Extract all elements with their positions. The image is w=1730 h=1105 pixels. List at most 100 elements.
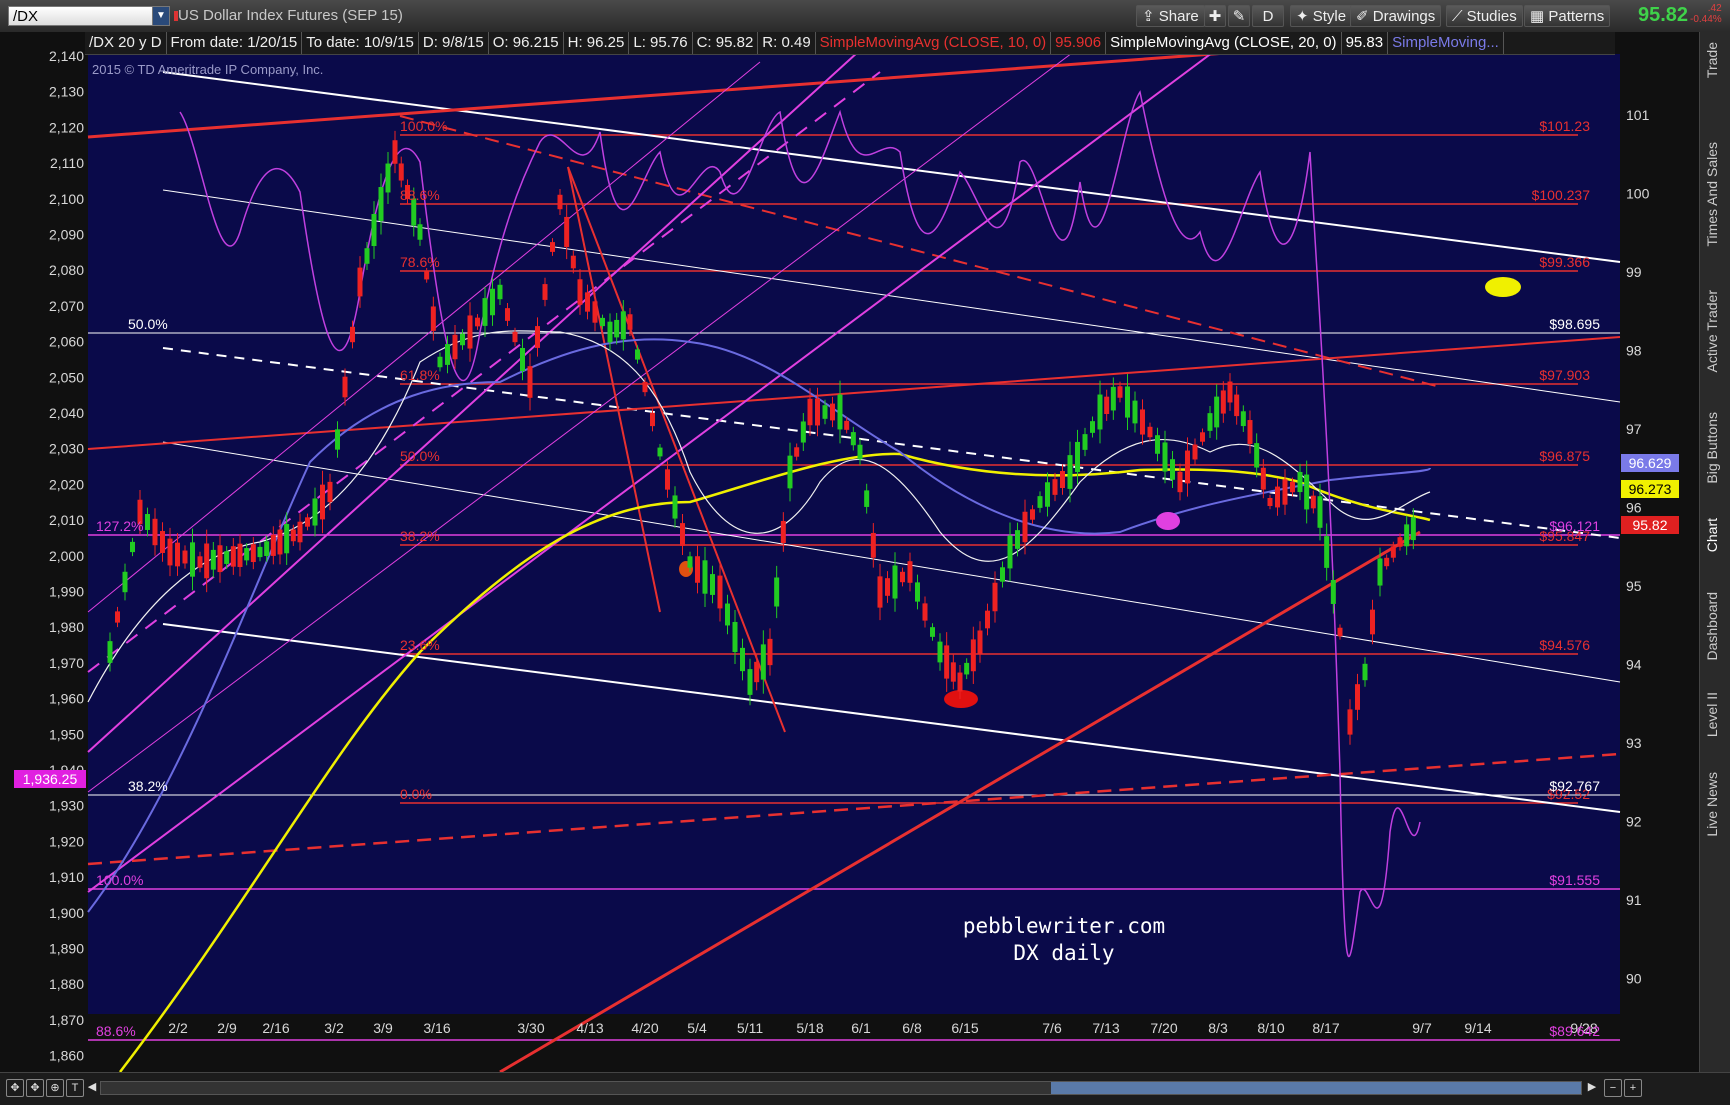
tag-yellow: 96.273 [1629, 481, 1672, 497]
candle-body [490, 288, 495, 316]
candle-body [130, 541, 135, 553]
candle-body [1347, 709, 1353, 735]
candle-body [732, 621, 738, 653]
candle-body [1362, 663, 1368, 681]
scrollbar-thumb[interactable] [1051, 1082, 1581, 1094]
candle-body [800, 421, 806, 443]
sidebar-item-trade[interactable]: Trade [1704, 42, 1720, 78]
candle-body [740, 647, 745, 672]
candle-body [1177, 471, 1183, 493]
candle-body [210, 549, 216, 570]
symbol-input[interactable]: /DX [8, 6, 160, 26]
candle-body [1132, 400, 1138, 424]
x-axis-label: 4/13 [576, 1020, 603, 1036]
fib-price-label: $101.23 [1539, 118, 1590, 134]
info-sma20[interactable]: SimpleMovingAvg (CLOSE, 20, 0) [1106, 32, 1342, 54]
sidebar-item-chart[interactable]: Chart [1704, 518, 1720, 552]
timeframe-button[interactable]: D [1252, 5, 1284, 27]
fib-price-label: $92.767 [1549, 778, 1600, 794]
fib-pct-label: 61.8% [400, 367, 440, 383]
right-axis-label: 98 [1626, 343, 1642, 359]
candle-body [627, 314, 633, 330]
fib-pct-label: 78.6% [400, 254, 440, 270]
sidebar-item-live-news[interactable]: Live News [1704, 772, 1720, 837]
candle-body [1117, 386, 1123, 398]
x-axis-label: 8/17 [1312, 1020, 1339, 1036]
studies-button[interactable]: ⟋ Studies [1446, 5, 1523, 27]
sidebar-item-dashboard[interactable]: Dashboard [1704, 592, 1720, 661]
pan-icon[interactable]: ✥ [26, 1079, 44, 1097]
drawings-button[interactable]: ✐ Drawings [1350, 5, 1442, 27]
info-from: From date: 1/20/15 [167, 32, 303, 54]
sidebar-item-active-trader[interactable]: Active Trader [1704, 290, 1720, 372]
candle-body [1390, 546, 1396, 558]
fit-icon[interactable]: ⊕ [46, 1079, 64, 1097]
patterns-button[interactable]: ▦ Patterns [1524, 5, 1611, 27]
info-sma-more[interactable]: SimpleMoving... [1388, 32, 1504, 54]
candle-body [1247, 420, 1253, 444]
candle-body [535, 326, 540, 348]
zoom-in-icon[interactable]: + [1624, 1079, 1642, 1097]
candle-body [1104, 396, 1110, 415]
candle-body [1037, 496, 1043, 508]
candle-body [430, 306, 436, 331]
candle-body [780, 520, 786, 544]
sidebar-item-level-ii[interactable]: Level II [1704, 692, 1720, 737]
zoom-icon[interactable]: ✥ [6, 1079, 24, 1097]
left-axis-label: 2,130 [49, 84, 84, 100]
zoom-out-icon[interactable]: − [1604, 1079, 1622, 1097]
candle-body [512, 331, 518, 343]
candle-body [592, 301, 598, 323]
candle-body [1370, 609, 1375, 635]
share-icon: ⇪ [1142, 8, 1159, 25]
x-axis-label: 7/20 [1150, 1020, 1177, 1036]
crosshair-icon[interactable]: ✚ [1204, 5, 1226, 27]
pencil-icon[interactable]: ✎ [1228, 5, 1250, 27]
candle-body [585, 292, 590, 312]
info-sma10[interactable]: SimpleMovingAvg (CLOSE, 10, 0) [816, 32, 1052, 54]
candle-body [1082, 434, 1088, 450]
fib-pct-label: 50.0% [400, 448, 440, 464]
candle-body [371, 213, 377, 247]
style-button[interactable]: ✦ Style [1290, 5, 1353, 27]
candle-body [710, 574, 715, 595]
candle-body [264, 541, 270, 557]
time-scrollbar[interactable] [100, 1081, 1582, 1095]
candle-body [230, 546, 236, 567]
fib-price-label: $91.555 [1549, 872, 1600, 888]
left-axis-label: 1,950 [49, 726, 84, 742]
candle-body [320, 484, 325, 520]
x-axis-label: 3/16 [423, 1020, 450, 1036]
sidebar-item-times-and-sales[interactable]: Times And Sales [1704, 142, 1720, 247]
candle-body [822, 405, 828, 419]
right-axis-label: 97 [1626, 421, 1642, 437]
price-chart[interactable]: 2,140 2,130 2,120 2,110 2,100 2,090 2,080 2,070… [0, 31, 1730, 1074]
candle-body [364, 248, 370, 264]
text-icon[interactable]: T [66, 1079, 84, 1097]
x-axis-label: 9/14 [1464, 1020, 1491, 1036]
fib-pct-label: 127.2% [96, 518, 143, 534]
fib-pct-label: 38.2% [128, 778, 168, 794]
right-axis-label: 100 [1626, 186, 1650, 202]
candle-body [1377, 558, 1383, 586]
chart-area[interactable]: 2,140 2,130 2,120 2,110 2,100 2,090 2,080 2,070… [0, 31, 1730, 1074]
candle-body [167, 538, 173, 566]
candle-body [224, 551, 230, 564]
candle-body [244, 548, 250, 561]
tag-blue: 96.629 [1629, 455, 1672, 471]
info-period[interactable]: /DX 20 y D [85, 32, 167, 54]
symbol-dropdown[interactable]: ▼ [152, 6, 170, 26]
share-button[interactable]: ⇪ Share [1136, 5, 1205, 27]
right-axis-label: 96 [1626, 500, 1642, 516]
scroll-right-icon[interactable]: ▶ [1584, 1079, 1600, 1095]
candle-body [1337, 627, 1343, 637]
candle-body [327, 481, 333, 503]
fib-pct-label: 0.0% [400, 786, 432, 802]
info-range: R: 0.49 [758, 32, 816, 54]
left-axis-label: 1,970 [49, 655, 84, 671]
sidebar-item-big-buttons[interactable]: Big Buttons [1704, 412, 1720, 484]
candle-body [957, 672, 963, 692]
watermark-site: pebblewriter.com [963, 914, 1165, 938]
scroll-left-icon[interactable]: ◀ [84, 1079, 100, 1095]
candle-body [482, 298, 488, 326]
